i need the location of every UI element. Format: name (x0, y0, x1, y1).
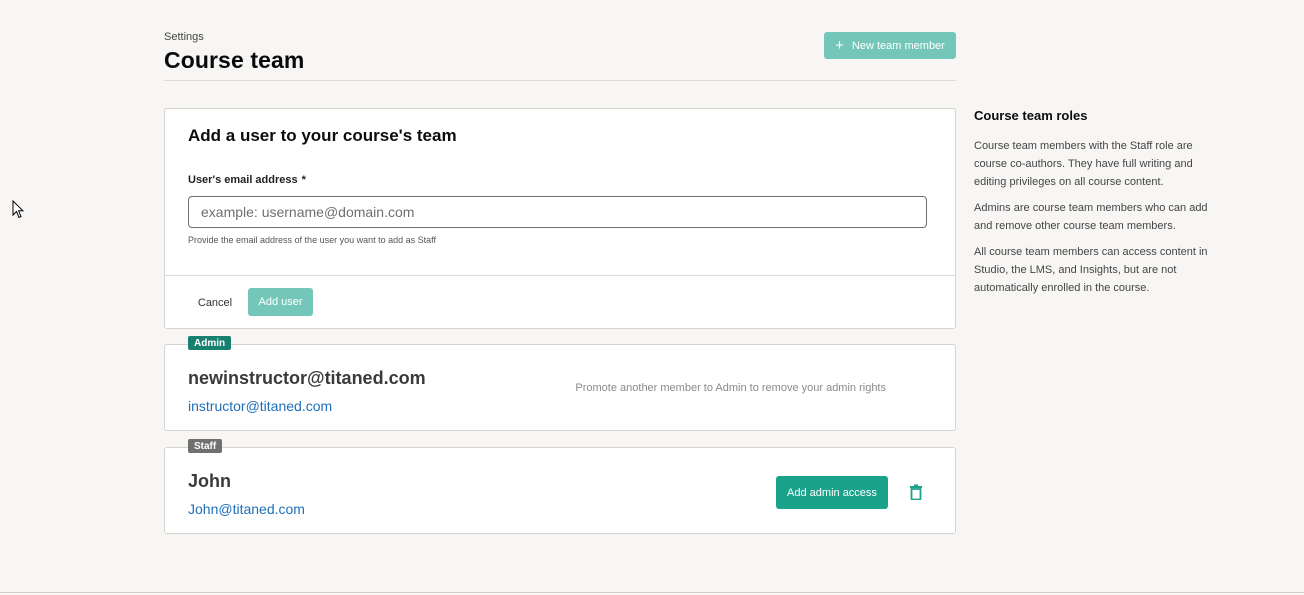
mouse-cursor-icon (12, 199, 25, 225)
email-helper-text: Provide the email address of the user yo… (188, 235, 436, 245)
add-user-form: Add a user to your course's team User's … (164, 108, 956, 329)
breadcrumb[interactable]: Settings (164, 31, 204, 43)
delete-member-button[interactable] (905, 481, 927, 503)
member-email-link[interactable]: instructor@titaned.com (188, 398, 332, 414)
page-header: Settings Course team + New team member (164, 30, 956, 81)
trash-icon (910, 484, 922, 500)
footer-divider (0, 592, 1304, 593)
member-email-link[interactable]: John@titaned.com (188, 501, 305, 517)
page-title: Course team (164, 47, 305, 73)
cancel-button[interactable]: Cancel (188, 289, 242, 316)
email-label: User's email address * (188, 174, 306, 186)
member-name: John (188, 471, 231, 491)
email-input[interactable] (188, 196, 927, 228)
add-user-button[interactable]: Add user (248, 288, 313, 316)
add-user-title: Add a user to your course's team (188, 126, 457, 145)
roles-sidebar: Course team roles Course team members wi… (974, 108, 1224, 305)
sidebar-paragraph: Admins are course team members who can a… (974, 202, 1208, 232)
sidebar-paragraph: Course team members with the Staff role … (974, 140, 1193, 188)
email-label-text: User's email address (188, 174, 298, 186)
member-name: newinstructor@titaned.com (188, 368, 426, 388)
sidebar-title: Course team roles (974, 108, 1088, 123)
add-admin-access-button[interactable]: Add admin access (776, 476, 888, 509)
member-card-staff: Staff John John@titaned.com Add admin ac… (164, 439, 956, 534)
new-team-member-label: New team member (851, 39, 945, 52)
divider (165, 275, 955, 276)
plus-icon: + (835, 37, 844, 54)
role-badge-admin: Admin (188, 336, 232, 350)
role-badge-staff: Staff (188, 439, 223, 453)
new-team-member-button[interactable]: + New team member (824, 32, 956, 59)
admin-hint-text: Promote another member to Admin to remov… (575, 382, 886, 394)
required-marker: * (301, 174, 306, 186)
member-card-admin: Admin newinstructor@titaned.com instruct… (164, 336, 956, 431)
sidebar-paragraph: All course team members can access conte… (974, 246, 1208, 294)
